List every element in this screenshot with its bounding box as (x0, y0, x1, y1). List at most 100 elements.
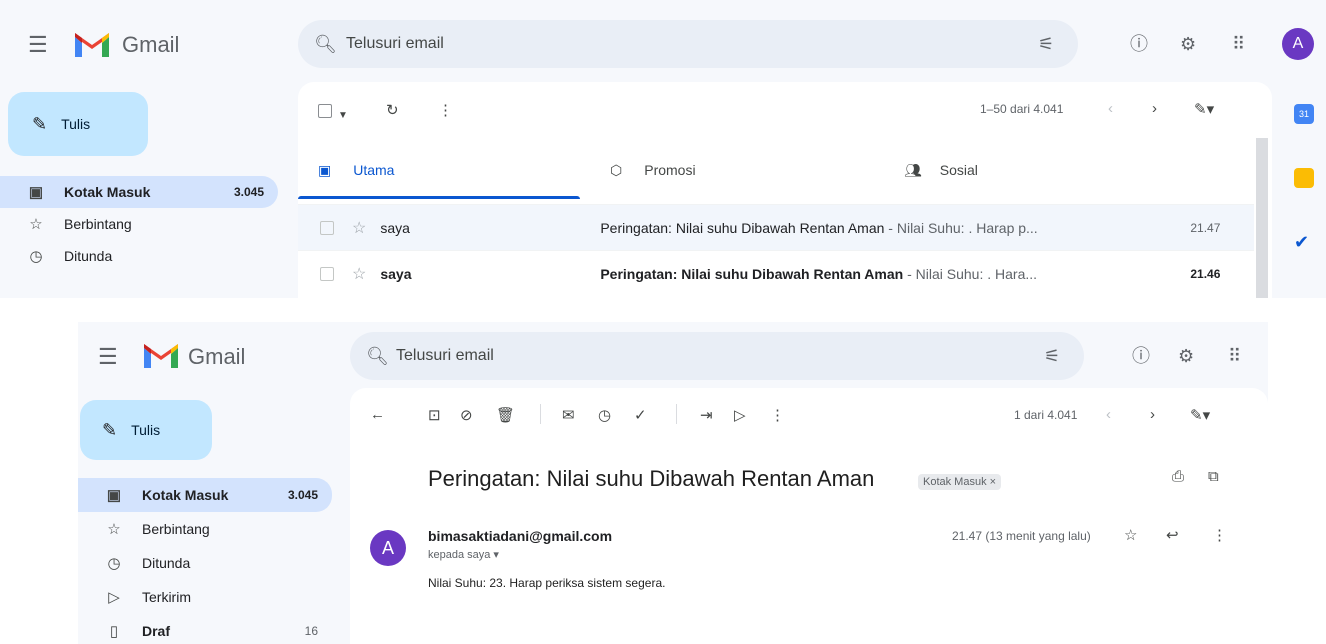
menu-icon[interactable]: ☰ (98, 346, 118, 368)
menu-icon[interactable]: ☰ (28, 34, 48, 56)
more-icon[interactable]: ⋮ (438, 101, 453, 119)
next-page-icon[interactable]: › (1150, 406, 1155, 423)
row-checkbox[interactable] (320, 220, 334, 235)
compose-button[interactable]: ✎ Tulis (80, 400, 212, 460)
mark-unread-icon[interactable]: ✉ (562, 406, 575, 424)
sidebar-item-inbox[interactable]: ▣ Kotak Masuk 3.045 (78, 478, 332, 512)
star-icon: ☆ (107, 521, 121, 538)
tab-label: Utama (353, 162, 395, 178)
sidebar-item-snoozed[interactable]: ◷ Ditunda (0, 240, 278, 272)
input-tools-icon[interactable]: ✎▾ (1194, 100, 1214, 118)
search-bar[interactable]: 🔍︎ Telusuri email ⚟ (298, 20, 1078, 68)
sidebar-item-starred[interactable]: ☆ Berbintang (78, 512, 332, 546)
input-tools-icon[interactable]: ✎▾ (1190, 406, 1210, 424)
print-icon[interactable]: ⎙ (1172, 468, 1184, 485)
sidebar-item-label: Berbintang (64, 216, 132, 232)
archive-icon[interactable]: ⊡ (428, 406, 441, 424)
pencil-icon: ✎ (32, 113, 48, 134)
scrollbar[interactable] (1256, 138, 1268, 298)
filter-icon[interactable]: ⚟ (1038, 34, 1054, 54)
help-icon[interactable]: ⓘ (1130, 34, 1148, 54)
tasks-icon[interactable]: ✔ (1294, 232, 1309, 253)
sidebar-item-label: Terkirim (142, 589, 191, 605)
message-pane: ← ⊡ ⊘ 🗑︎ ✉ ◷ ✓ ⇥ ▷ ⋮ 1 dari 4.041 ‹ › ✎▾… (350, 388, 1268, 644)
sender: saya (380, 265, 412, 282)
open-new-icon[interactable]: ⧉ (1208, 468, 1219, 485)
inbox-icon: ▣ (318, 161, 332, 178)
sidebar-item-label: Ditunda (142, 555, 191, 571)
compose-label: Tulis (131, 422, 161, 438)
sidebar-item-snoozed[interactable]: ◷ Ditunda (78, 546, 332, 580)
table-row[interactable]: ☆ saya Peringatan: Nilai suhu Dibawah Re… (298, 204, 1254, 250)
search-input[interactable]: Telusuri email (396, 347, 494, 365)
star-icon[interactable]: ☆ (352, 218, 366, 238)
move-icon[interactable]: ⇥ (700, 406, 713, 424)
sender-avatar[interactable]: A (370, 530, 406, 566)
calendar-icon[interactable]: 31 (1294, 104, 1314, 124)
compose-button[interactable]: ✎ Tulis (8, 92, 148, 156)
search-icon[interactable]: 🔍︎ (314, 34, 337, 54)
sidebar-item-inbox[interactable]: ▣ Kotak Masuk 3.045 (0, 176, 278, 208)
select-all-checkbox[interactable]: ▼ (318, 104, 348, 123)
brand-name[interactable]: Gmail (122, 32, 179, 58)
message-body: Nilai Suhu: 23. Harap periksa sistem seg… (428, 576, 666, 590)
settings-icon[interactable]: ⚙ (1178, 346, 1194, 366)
back-icon[interactable]: ← (370, 406, 385, 423)
inbox-icon: ▣ (28, 184, 44, 201)
star-icon: ☆ (29, 216, 43, 233)
report-icon[interactable]: ⊘ (460, 406, 473, 424)
message-timestamp: 21.47 (13 menit yang lalu) (952, 529, 1091, 543)
message-screenshot: ☰ Gmail 🔍︎ Telusuri email ⚟ ⓘ ⚙ ⠿ ✎ Tuli… (78, 322, 1268, 644)
sidebar-item-label: Berbintang (142, 521, 210, 537)
refresh-icon[interactable]: ↻ (386, 101, 399, 119)
star-icon[interactable]: ☆ (1124, 526, 1137, 544)
pagination-text: 1–50 dari 4.041 (980, 102, 1064, 116)
inbox-screenshot: ☰ Gmail 🔍︎ Telusuri email ⚟ ⓘ ⚙ ⠿ A ✎ Tu… (0, 0, 1326, 298)
search-bar[interactable]: 🔍︎ Telusuri email ⚟ (350, 332, 1084, 380)
row-checkbox[interactable] (320, 266, 334, 281)
recipient-line[interactable]: kepada saya ▾ (428, 548, 499, 561)
account-avatar[interactable]: A (1282, 28, 1314, 60)
sidebar-item-starred[interactable]: ☆ Berbintang (0, 208, 278, 240)
prev-page-icon[interactable]: ‹ (1108, 100, 1113, 117)
unread-count: 3.045 (233, 185, 264, 199)
table-row[interactable]: ☆ saya Peringatan: Nilai suhu Dibawah Re… (298, 250, 1254, 296)
snippet: - Nilai Suhu: . Harap p... (884, 219, 1038, 236)
delete-icon[interactable]: 🗑︎ (496, 406, 515, 424)
settings-icon[interactable]: ⚙ (1180, 34, 1196, 54)
help-icon[interactable]: ⓘ (1132, 346, 1150, 366)
sidebar-nav: ▣ Kotak Masuk 3.045 ☆ Berbintang ◷ Ditun… (78, 478, 332, 644)
keep-icon[interactable] (1294, 168, 1314, 188)
filter-icon[interactable]: ⚟ (1044, 346, 1060, 366)
search-input[interactable]: Telusuri email (346, 35, 444, 53)
snooze-icon[interactable]: ◷ (598, 406, 611, 424)
tab-label: Sosial (939, 162, 978, 178)
tab-promotions[interactable]: ⬡ Promosi (610, 142, 900, 198)
draft-icon: ▯ (109, 623, 119, 640)
sender-email[interactable]: bimasaktiadani@gmail.com (428, 528, 612, 544)
reply-icon[interactable]: ↩ (1166, 526, 1179, 544)
sidebar-item-drafts[interactable]: ▯ Draf 16 (78, 614, 332, 644)
sender: saya (380, 219, 410, 236)
add-task-icon[interactable]: ✓ (634, 406, 647, 424)
label-icon[interactable]: ▷ (734, 406, 746, 424)
apps-icon[interactable]: ⠿ (1228, 346, 1241, 366)
more-icon[interactable]: ⋮ (770, 406, 785, 424)
unread-count: 3.045 (287, 488, 318, 502)
time: 21.46 (1190, 266, 1221, 281)
prev-page-icon[interactable]: ‹ (1106, 406, 1111, 423)
star-icon[interactable]: ☆ (352, 264, 366, 284)
brand-name[interactable]: Gmail (188, 344, 245, 370)
more-icon[interactable]: ⋮ (1212, 526, 1227, 544)
next-page-icon[interactable]: › (1152, 100, 1157, 117)
tab-primary[interactable]: ▣ Utama (298, 142, 580, 198)
subject: Peringatan: Nilai suhu Dibawah Rentan Am… (600, 219, 885, 236)
search-icon[interactable]: 🔍︎ (366, 346, 389, 366)
apps-icon[interactable]: ⠿ (1232, 34, 1245, 54)
tab-social[interactable]: 👥︎ Sosial (904, 142, 1194, 198)
inbox-icon: ▣ (106, 487, 122, 504)
label-chip[interactable]: Kotak Masuk × (918, 474, 1002, 490)
sidebar-item-sent[interactable]: ▷ Terkirim (78, 580, 332, 614)
pencil-icon: ✎ (102, 419, 118, 440)
clock-icon: ◷ (29, 248, 43, 265)
